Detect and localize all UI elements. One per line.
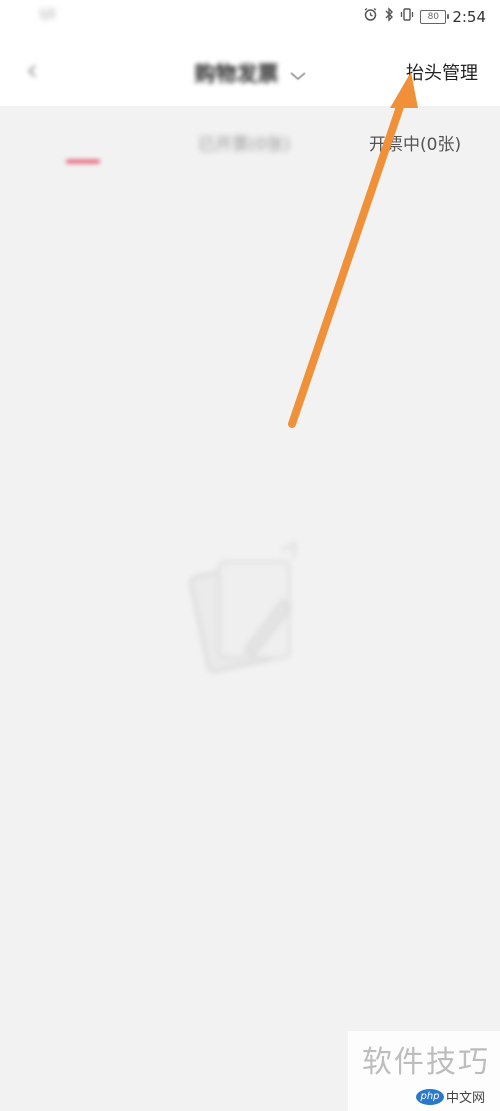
watermark-brand: php 中文网: [416, 1087, 485, 1106]
watermark-sub-text: 中文网: [446, 1091, 486, 1106]
php-logo: php: [416, 1088, 444, 1105]
header-management-link[interactable]: 抬头管理: [406, 59, 478, 85]
page-title: 购物发票: [194, 62, 279, 86]
watermark: 软件技巧 php 中文网: [348, 1031, 500, 1111]
vibrate-icon: [400, 7, 414, 26]
battery-icon: 80: [420, 9, 450, 24]
nav-bar: ‹ 购物发票 抬头管理: [0, 36, 500, 106]
empty-invoice-icon: [185, 540, 305, 680]
battery-level: 80: [427, 11, 440, 22]
status-icons: 80 2:54: [363, 7, 486, 26]
chevron-down-icon: [290, 69, 306, 85]
active-tab-indicator: [66, 160, 100, 163]
tab-issued[interactable]: 已开票(0张): [198, 130, 290, 155]
tab-in-progress[interactable]: 开票中(0张): [369, 130, 461, 155]
signal-indicator: Ul: [40, 7, 57, 23]
watermark-main-text: 软件技巧: [362, 1045, 490, 1080]
clock-time: 2:54: [452, 7, 486, 26]
alarm-icon: [363, 7, 378, 26]
bluetooth-icon: [384, 7, 394, 26]
tab-bar: 已开票(0张) 开票中(0张): [0, 106, 500, 178]
status-bar: Ul 80 2:54: [0, 0, 500, 36]
